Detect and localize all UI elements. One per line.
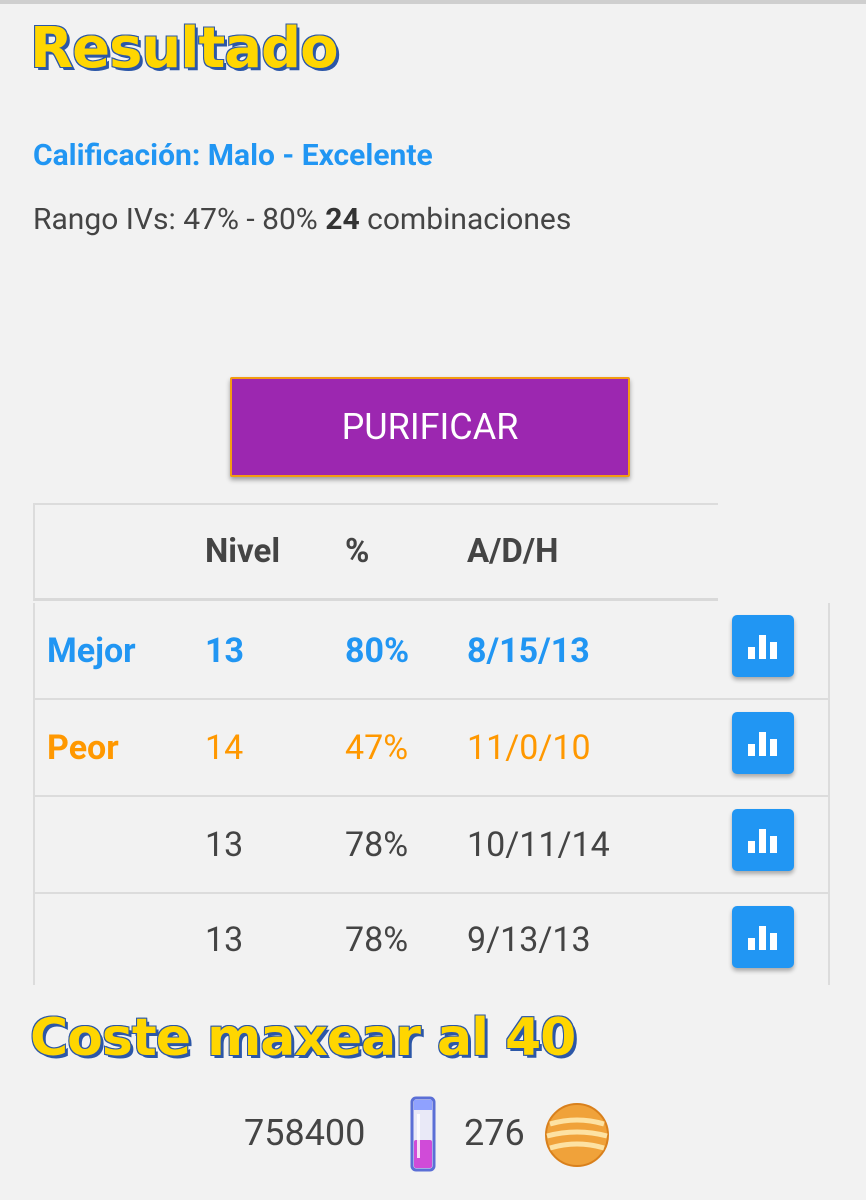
bar-chart-icon [748,635,777,659]
table-row: 13 78% 9/13/13 [33,894,830,985]
top-divider [0,0,866,4]
header-level: Nivel [205,532,281,571]
candy-amount: 276 [464,1112,525,1154]
cost-title: Coste maxear al 40 [29,1007,577,1069]
row-level: 13 [205,919,244,960]
row-adh: 11/0/10 [467,727,591,768]
row-level: 13 [205,824,244,865]
bar-chart-icon [748,926,777,950]
row-adh: 8/15/13 [467,630,590,671]
row-adh: 9/13/13 [467,919,591,960]
cost-row: 758400 276 [0,1096,866,1172]
bar-chart-icon [748,829,777,853]
table-row: 13 78% 10/11/14 [33,797,830,894]
iv-range-text: Rango IVs: 47% - 80% 24 combinaciones [33,202,571,237]
row-level: 14 [205,727,244,768]
row-percent: 80% [345,630,410,671]
page-title: Resultado [29,15,340,82]
stardust-amount: 758400 [244,1112,366,1154]
row-level: 13 [205,630,245,671]
combinations-count: 24 [325,202,360,237]
row-adh: 10/11/14 [467,824,610,865]
rating-text: Calificación: Malo - Excelente [33,138,433,173]
header-percent: % [345,532,370,571]
coin-icon [545,1103,609,1167]
table-row-worst: Peor 14 47% 11/0/10 [33,700,830,797]
row-label: Peor [47,727,119,768]
row-chart-button[interactable] [732,906,794,968]
bar-chart-icon [748,732,777,756]
table-row-best: Mejor 13 80% 8/15/13 [33,603,830,700]
iv-range-prefix: Rango IVs: 47% - 80% [33,202,326,237]
row-percent: 78% [345,824,409,865]
results-table: Nivel % A/D/H Mejor 13 80% 8/15/13 Peor … [33,503,830,985]
row-percent: 47% [345,727,409,768]
row-chart-button[interactable] [732,712,794,774]
row-percent: 78% [345,919,409,960]
row-chart-button[interactable] [732,615,794,677]
row-chart-button[interactable] [732,809,794,871]
table-header: Nivel % A/D/H [33,503,718,601]
row-label: Mejor [47,630,136,671]
header-adh: A/D/H [467,532,559,571]
potion-icon [410,1096,436,1172]
combinations-suffix: combinaciones [359,202,572,237]
purify-button[interactable]: PURIFICAR [230,377,630,477]
